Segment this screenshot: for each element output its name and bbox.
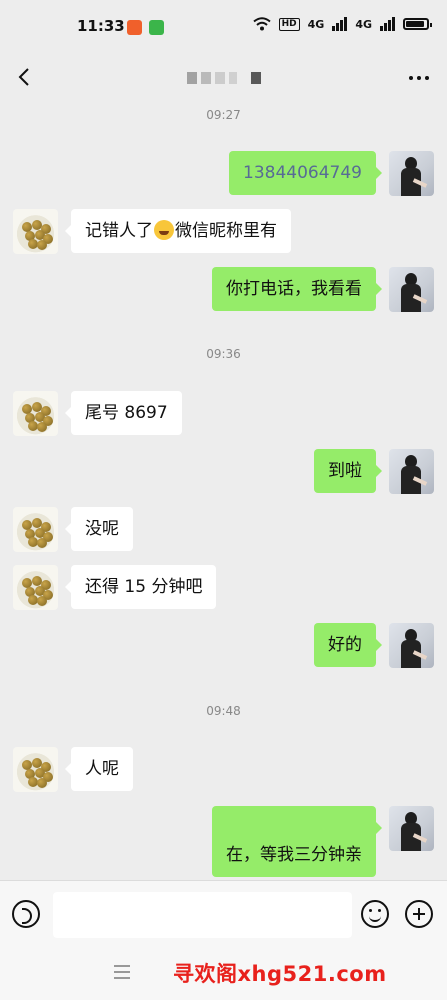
my-avatar[interactable] — [389, 806, 434, 851]
outgoing-message[interactable]: 到啦 — [314, 449, 382, 493]
my-avatar[interactable] — [389, 449, 434, 494]
status-icons: HD 4G 4G — [252, 17, 432, 31]
chat-area: 09:27 13844064749 记错人了 微信昵称里有 你打电话，我看看 09… — [0, 104, 447, 880]
network-type-2: 4G — [355, 17, 372, 31]
message-text: 你打电话，我看看 — [226, 279, 362, 299]
contact-avatar[interactable] — [13, 209, 58, 254]
message-text: 尾号 8697 — [85, 403, 168, 423]
notification-app-icon — [127, 20, 142, 35]
chat-header — [0, 52, 447, 104]
emoji-picker-icon[interactable] — [361, 900, 389, 928]
incoming-message[interactable]: 还得 15 分钟吧 — [64, 565, 217, 609]
incoming-message[interactable]: 没呢 — [65, 507, 133, 551]
signal-icon-2 — [380, 17, 395, 31]
battery-icon — [403, 18, 432, 30]
my-avatar[interactable] — [389, 267, 434, 312]
incoming-message[interactable]: 记错人了 微信昵称里有 — [65, 209, 291, 253]
hd-badge: HD — [278, 17, 300, 31]
message-text: 微信昵称里有 — [175, 221, 277, 241]
voice-input-icon[interactable] — [12, 900, 40, 928]
input-bar — [0, 880, 447, 947]
status-bar: 11:33 HD 4G 4G — [0, 0, 447, 52]
network-type-1: 4G — [307, 17, 325, 31]
message-text: 还得 15 分钟吧 — [85, 577, 203, 597]
contact-avatar[interactable] — [13, 747, 58, 792]
message-timestamp: 09:27 — [206, 108, 241, 122]
system-nav-bar: 寻欢阁xhg521.com — [0, 946, 447, 1000]
message-text: 好的 — [328, 635, 362, 655]
menu-icon[interactable] — [114, 965, 130, 983]
contact-avatar[interactable] — [13, 391, 58, 436]
more-actions-plus-icon[interactable] — [405, 900, 433, 928]
more-options-icon[interactable] — [409, 76, 429, 80]
outgoing-message[interactable]: 13844064749 — [229, 151, 382, 195]
message-text: 记错人了 — [85, 221, 153, 241]
message-timestamp: 09:36 — [206, 347, 241, 361]
phone-number-link[interactable]: 13844064749 — [243, 163, 362, 183]
shield-app-icon — [149, 20, 164, 35]
message-text: 在，等我三分钟亲 — [226, 845, 362, 865]
my-avatar[interactable] — [389, 623, 434, 668]
back-arrow-icon[interactable] — [14, 66, 36, 88]
message-text: 到啦 — [328, 461, 362, 481]
contact-name-redacted — [187, 72, 262, 86]
outgoing-message[interactable]: 好的 — [314, 623, 382, 667]
outgoing-message[interactable]: 你打电话，我看看 — [212, 267, 382, 311]
contact-avatar[interactable] — [13, 565, 58, 610]
crying-laughing-icon — [154, 220, 174, 240]
message-text: 没呢 — [85, 519, 119, 539]
contact-avatar[interactable] — [13, 507, 58, 552]
message-text: 人呢 — [85, 759, 119, 779]
message-timestamp: 09:48 — [206, 704, 241, 718]
wifi-icon — [252, 17, 271, 31]
message-input[interactable] — [53, 892, 352, 938]
incoming-message[interactable]: 人呢 — [65, 747, 133, 791]
signal-icon — [332, 17, 348, 31]
incoming-message[interactable]: 尾号 8697 — [65, 391, 182, 435]
status-time: 11:33 — [77, 17, 125, 35]
outgoing-message[interactable]: 在，等我三分钟亲 — [212, 806, 382, 877]
my-avatar[interactable] — [389, 151, 434, 196]
watermark-text: 寻欢阁xhg521.com — [173, 962, 387, 986]
